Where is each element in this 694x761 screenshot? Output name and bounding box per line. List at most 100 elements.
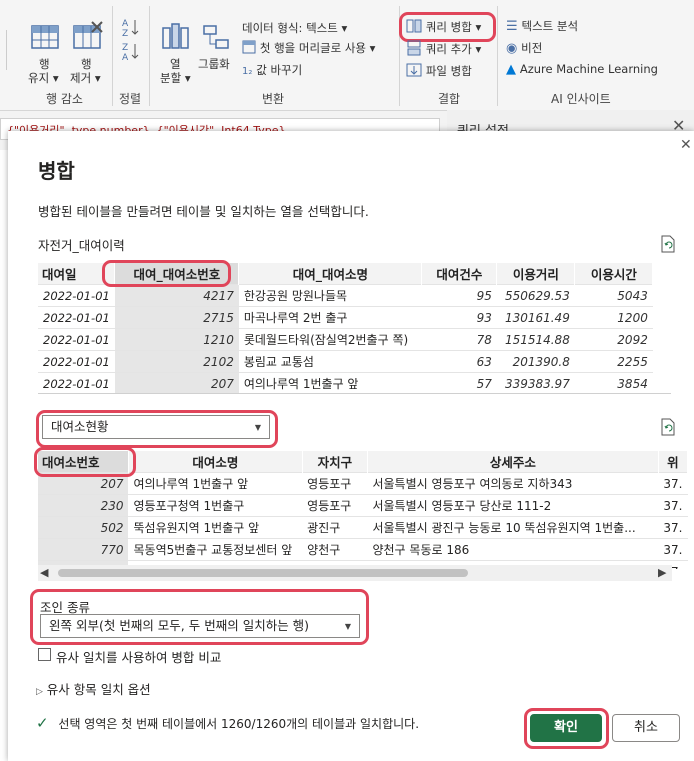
group-by-icon xyxy=(203,25,229,49)
azure-ml-button[interactable]: ▲ Azure Machine Learning xyxy=(506,62,658,80)
svg-text:Z: Z xyxy=(122,29,128,38)
table2-cell: 37. xyxy=(658,516,688,539)
vision-button[interactable]: ◉ 비전 xyxy=(506,40,542,58)
remove-rows-label-2: 제거 ▾ xyxy=(70,71,101,85)
replace-values-button[interactable]: 1₂ 값 바꾸기 xyxy=(242,62,302,80)
group-label-ai-insights: AI 인사이트 xyxy=(551,92,611,106)
table-row: 2022-01-01 2715 마곡나루역 2번 출구 93 130161.49 1200 xyxy=(38,306,653,329)
table1-cell: 2715 xyxy=(114,306,239,329)
table1-cell: 95 xyxy=(421,284,497,307)
table1-column-header[interactable]: 대여_대여소명 xyxy=(238,263,423,285)
table-row: 2022-01-01 4217 한강공원 망원나들목 95 550629.53 5043 xyxy=(38,284,653,307)
scroll-left-icon[interactable]: ◀ xyxy=(40,566,48,579)
combine-files-icon xyxy=(406,63,422,77)
table-row: 230 영등포구청역 1번출구 영등포구 서울특별시 영등포구 당산로 111-2 37… xyxy=(38,494,688,517)
ribbon-separator xyxy=(149,6,150,106)
fuzzy-options-label: 유사 항목 일치 옵션 xyxy=(46,682,151,697)
use-first-row-button[interactable]: 첫 행을 머리글로 사용 ▾ xyxy=(242,40,375,58)
cancel-button[interactable]: 취소 xyxy=(612,714,680,742)
table1-cell: 4217 xyxy=(114,284,239,307)
table2-column-header[interactable]: 상세주소 xyxy=(367,451,659,473)
fuzzy-options-expander[interactable]: ▷ 유사 항목 일치 옵션 xyxy=(36,679,151,698)
table1-name: 자전거_대여이력 xyxy=(38,238,125,253)
split-column-label-2: 분할 ▾ xyxy=(160,71,191,85)
remove-rows-icon xyxy=(73,21,103,49)
table2-refresh-button[interactable] xyxy=(660,418,676,439)
dialog-title: 병합 xyxy=(38,159,75,183)
table1-cell: 2255 xyxy=(574,350,653,373)
split-column-button[interactable]: 열 분할 ▾ xyxy=(154,18,194,88)
data-type-label: 데이터 형식: 텍스트 ▾ xyxy=(242,21,348,35)
table2-column-header[interactable]: 위 xyxy=(658,451,688,473)
table-row: 2022-01-01 1210 롯데월드타워(잠실역2번출구 쪽) 78 151514.… xyxy=(38,328,653,351)
fuzzy-match-label: 유사 일치를 사용하여 병합 비교 xyxy=(56,650,222,665)
table1-cell: 2092 xyxy=(574,328,653,351)
table1-cell: 롯데월드타워(잠실역2번출구 쪽) xyxy=(238,328,422,351)
fuzzy-match-checkbox[interactable] xyxy=(38,648,51,661)
svg-text:A: A xyxy=(122,19,129,29)
data-type-button[interactable]: 데이터 형식: 텍스트 ▾ xyxy=(242,20,347,38)
table2-cell: 37. xyxy=(658,494,688,517)
azure-ml-icon: ▲ xyxy=(506,62,516,77)
scrollbar-thumb[interactable] xyxy=(58,569,468,577)
ribbon: 행 유지 ▾ 행 제거 ▾ 행 감소 AZ ZA 정렬 열 분할 ▾ 그룹화 데… xyxy=(0,0,694,111)
refresh-preview-icon xyxy=(661,418,675,436)
vision-eye-icon: ◉ xyxy=(506,41,518,56)
combine-files-label: 파일 병합 xyxy=(425,64,472,78)
scroll-right-icon[interactable]: ▶ xyxy=(658,566,666,579)
keep-rows-button[interactable]: 행 유지 ▾ xyxy=(22,18,68,88)
table2-cell: 광진구 xyxy=(302,516,368,539)
table2-select-highlight xyxy=(36,410,278,448)
table2-cell: 서울특별시 영등포구 여의동로 지하343 xyxy=(367,472,659,495)
table2-cell: 영등포구 xyxy=(302,472,368,495)
join-kind-highlight xyxy=(30,589,369,645)
table2-cell: 여의나루역 1번출구 앞 xyxy=(128,472,303,495)
table1-column-header[interactable]: 대여건수 xyxy=(421,263,498,285)
group-label-combine: 결합 xyxy=(438,92,461,106)
sort-ascending-button[interactable]: AZ xyxy=(120,16,142,39)
table2-horizontal-scrollbar[interactable]: ◀ ▶ xyxy=(38,565,672,581)
sort-descending-icon: ZA xyxy=(122,43,139,63)
table1-refresh-button[interactable] xyxy=(660,235,676,256)
table2-cell: 770 xyxy=(38,538,129,561)
table2-cell: 양천구 목동로 186 xyxy=(367,538,659,561)
table-row: 502 뚝섬유원지역 1번출구 앞 광진구 서울특별시 광진구 능동로 10 뚝섬유원… xyxy=(38,516,688,539)
group-label-sort: 정렬 xyxy=(119,92,142,106)
table2-column-header[interactable]: 자치구 xyxy=(302,451,368,473)
dialog-close-icon[interactable]: ✕ xyxy=(680,137,692,153)
dialog-description: 병합된 테이블을 만들려면 테이블 및 일치하는 열을 선택합니다. xyxy=(38,204,369,219)
table1-cell: 2022-01-01 xyxy=(38,306,115,329)
table1-cell: 3854 xyxy=(574,372,653,393)
table1-column-header[interactable]: 이용시간 xyxy=(574,263,654,285)
remove-rows-button[interactable]: 행 제거 ▾ xyxy=(64,18,110,88)
table1-cell: 2022-01-01 xyxy=(38,328,115,351)
text-analytics-label: 텍스트 분석 xyxy=(521,19,579,33)
table2-cell: 목동역5번출구 교통정보센터 앞 xyxy=(128,538,303,561)
ok-button-highlight xyxy=(524,708,609,749)
table2-cell: 230 xyxy=(38,494,129,517)
table1-cell: 2022-01-01 xyxy=(38,350,115,373)
append-queries-label: 쿼리 추가 ▾ xyxy=(425,42,482,56)
table1-cell: 마곡나루역 2번 출구 xyxy=(238,306,422,329)
table1-cell: 봉림교 교통섬 xyxy=(238,350,422,373)
table2-cell: 502 xyxy=(38,516,129,539)
sort-descending-button[interactable]: ZA xyxy=(120,40,142,63)
append-queries-button[interactable]: 쿼리 추가 ▾ xyxy=(406,40,481,58)
keep-rows-label-2: 유지 ▾ xyxy=(28,71,59,85)
match-status-text: 선택 영역은 첫 번째 테이블에서 1260/1260개의 테이블과 일치합니다… xyxy=(58,717,420,731)
table1-column-header[interactable]: 이용거리 xyxy=(496,263,576,285)
table2-cell: 37. xyxy=(658,472,688,495)
combine-files-button[interactable]: 파일 병합 xyxy=(406,62,472,80)
table1-cell: 550629.53 xyxy=(496,284,575,307)
table2-column-header[interactable]: 대여소명 xyxy=(128,451,303,473)
group-by-button[interactable]: 그룹화 xyxy=(196,18,238,78)
table1-cell: 151514.88 xyxy=(496,328,575,351)
vision-label: 비전 xyxy=(521,41,543,55)
append-queries-icon xyxy=(407,40,421,56)
text-analytics-button[interactable]: ☰ 텍스트 분석 xyxy=(506,18,578,36)
checkmark-icon: ✓ xyxy=(36,714,49,732)
text-analytics-icon: ☰ xyxy=(506,19,518,34)
ribbon-separator xyxy=(112,6,113,106)
ribbon-cut-edge xyxy=(0,30,7,70)
table-header-icon xyxy=(242,40,256,54)
